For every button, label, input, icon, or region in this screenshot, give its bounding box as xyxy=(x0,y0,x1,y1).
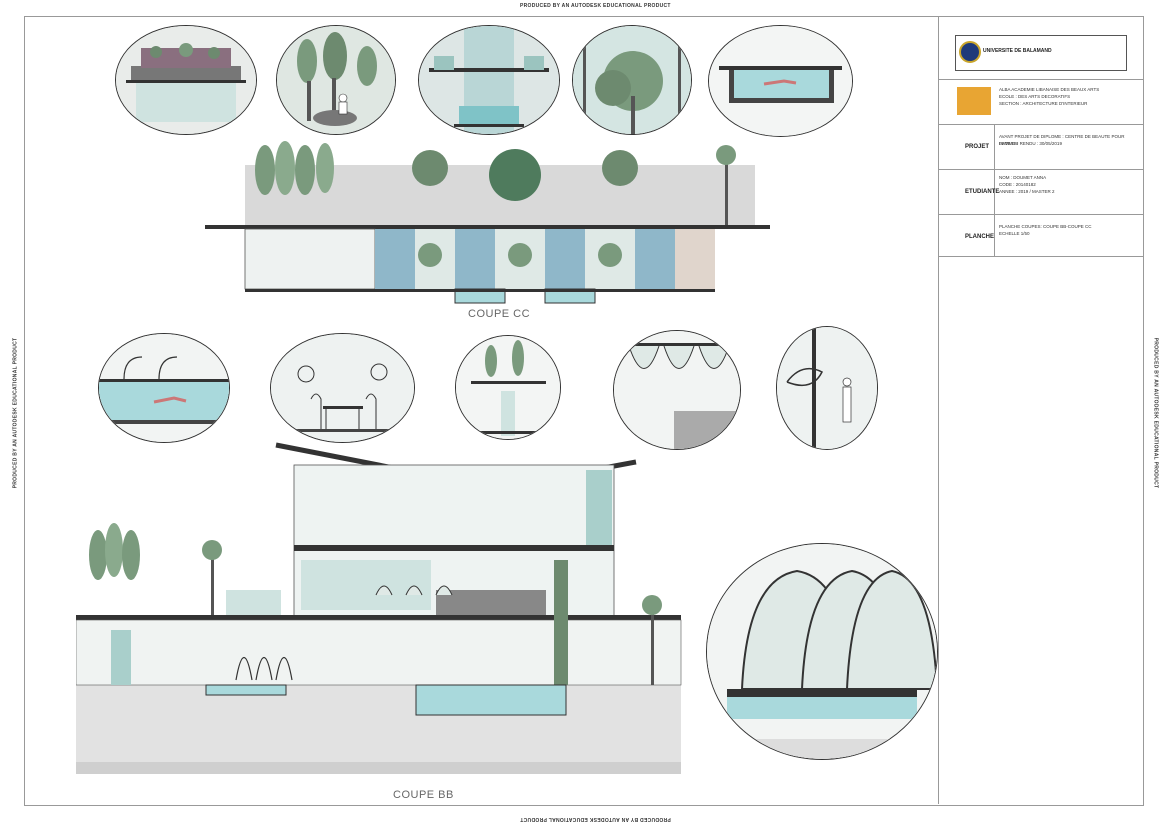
tb-projet-row: PROJET AVANT PROJET DE DIPLOME : CENTRE … xyxy=(939,124,1144,170)
tb-school-row: ALBA ACADEMIE LIBANAISE DES BEAUX ARTS E… xyxy=(939,79,1144,125)
etudiante-line-3: ANNEE : 2019 / MASTER 2 xyxy=(999,189,1055,194)
detail-bubble-pool-swimmer xyxy=(708,25,853,137)
coupe-bb-caption: COUPE BB xyxy=(393,789,454,801)
detail-bubble-pod-pavilions xyxy=(706,543,938,760)
coupe-cc-caption: COUPE CC xyxy=(468,308,531,320)
detail-bubble-tree-glass xyxy=(572,25,692,135)
tb-planche-row: PLANCHE PLANCHE COUPES: COUPE BB-COUPE C… xyxy=(939,214,1144,257)
school-line-1: ALBA ACADEMIE LIBANAISE DES BEAUX ARTS xyxy=(999,87,1100,92)
title-block: UNIVERSITE DE BALAMAND ALBA ACADEMIE LIB… xyxy=(938,17,1144,804)
etudiante-label: ETUDIANTE xyxy=(965,189,1000,195)
university-seal-icon xyxy=(959,41,981,63)
tb-university-row: UNIVERSITE DE BALAMAND xyxy=(939,17,1144,80)
detail-bubble-reader xyxy=(276,25,396,135)
detail-bubble-figure xyxy=(776,326,878,450)
detail-bubble-water-column xyxy=(418,25,560,135)
alba-logo xyxy=(957,87,991,115)
projet-label: PROJET xyxy=(965,144,990,150)
etudiante-line-2: CODE : 20140182 xyxy=(999,182,1036,187)
detail-bubble-mezzanine xyxy=(455,335,561,440)
planche-label: PLANCHE xyxy=(965,234,995,240)
coupe-cc-drawing xyxy=(205,141,770,304)
university-name: UNIVERSITE DE BALAMAND xyxy=(983,48,1052,54)
tb-etudiante-row: ETUDIANTE NOM : DOUMET ANNA CODE : 20140… xyxy=(939,169,1144,215)
divider xyxy=(994,124,995,169)
school-line-3: SECTION : ARCHITECTURE D'INTERIEUR xyxy=(999,101,1088,106)
coupe-bb-drawing xyxy=(76,442,682,774)
projet-line-2: DATE DU RENDU : 30/05/2019 xyxy=(999,141,1062,146)
watermark-left: PRODUCED BY AN AUTODESK EDUCATIONAL PROD… xyxy=(12,337,19,489)
detail-bubble-dining xyxy=(270,333,415,443)
etudiante-line-1: NOM : DOUMET ANNA xyxy=(999,175,1047,180)
planche-line-2: ECHELLE 1/50 xyxy=(999,231,1030,236)
planche-line-1: PLANCHE COUPES: COUPE BB-COUPE CC xyxy=(999,224,1092,229)
divider xyxy=(994,214,995,256)
watermark-bottom: PRODUCED BY AN AUTODESK EDUCATIONAL PROD… xyxy=(520,816,671,822)
watermark-right: PRODUCED BY AN AUTODESK EDUCATIONAL PROD… xyxy=(1152,337,1159,489)
school-line-2: ECOLE : DES ARTS DECORATIFS xyxy=(999,94,1071,99)
detail-bubble-pendant xyxy=(613,330,741,450)
detail-bubble-planter xyxy=(115,25,257,135)
detail-bubble-pool-lamps xyxy=(98,333,230,443)
watermark-top: PRODUCED BY AN AUTODESK EDUCATIONAL PROD… xyxy=(520,3,671,9)
